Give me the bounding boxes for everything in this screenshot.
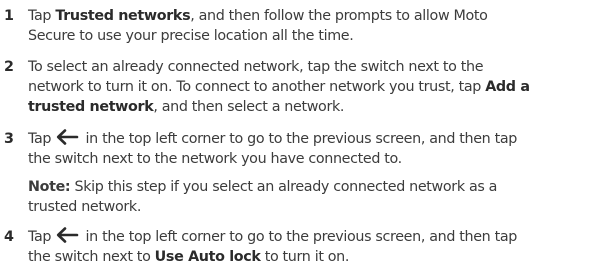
- ui-term: trusted network: [28, 99, 154, 115]
- instruction-document: 1 Tap Trusted networks, and then follow …: [0, 0, 592, 268]
- step-line: the switch next to the network you have …: [28, 149, 588, 169]
- note-line: trusted network.: [28, 197, 588, 217]
- step-number: 4: [4, 229, 14, 245]
- text-run: the switch next to: [28, 249, 155, 265]
- step-text: Tap Trusted networks, and then follow th…: [28, 6, 588, 46]
- step-line: Tap Trusted networks, and then follow th…: [28, 6, 588, 26]
- text-run: , and then select a network.: [153, 99, 345, 115]
- ui-term: Add a: [485, 79, 530, 95]
- step-number: 3: [4, 131, 14, 147]
- text-run: Skip this step if you select an already …: [70, 179, 498, 195]
- text-run: trusted network.: [28, 199, 142, 215]
- step-line: To select an already connected network, …: [28, 57, 588, 77]
- back-arrow-icon: [57, 227, 79, 243]
- step-number: 2: [4, 59, 14, 75]
- note-label: Note:: [28, 179, 71, 195]
- text-run: to turn it on.: [260, 249, 350, 265]
- step-number: 1: [4, 8, 14, 24]
- step-line: network to turn it on. To connect to ano…: [28, 77, 588, 97]
- text-run: the switch next to the network you have …: [28, 151, 402, 167]
- step-line: Tap in the top left corner to go to the …: [28, 129, 588, 149]
- text-run: in the top left corner to go to the prev…: [81, 131, 518, 147]
- text-run: Tap: [28, 8, 56, 24]
- note-line: Note: Skip this step if you select an al…: [28, 177, 588, 197]
- step-text: Tap in the top left corner to go to the …: [28, 129, 588, 169]
- step-text: To select an already connected network, …: [28, 57, 588, 117]
- note: Note: Skip this step if you select an al…: [28, 177, 588, 217]
- text-run: Tap: [28, 131, 56, 147]
- step-text: Tap in the top left corner to go to the …: [28, 227, 588, 267]
- ui-term: Use Auto lock: [154, 249, 261, 265]
- text-run: Tap: [28, 229, 56, 245]
- ui-term: Trusted networks: [55, 8, 191, 24]
- step-line: Tap in the top left corner to go to the …: [28, 227, 588, 247]
- step-line: trusted network, and then select a netwo…: [28, 97, 588, 117]
- step-line: the switch next to Use Auto lock to turn…: [28, 247, 588, 267]
- step-line: Secure to use your precise location all …: [28, 26, 588, 46]
- text-run: in the top left corner to go to the prev…: [81, 229, 518, 245]
- back-arrow-icon: [57, 129, 79, 145]
- text-run: , and then follow the prompts to allow M…: [190, 8, 488, 24]
- text-run: To select an already connected network, …: [28, 59, 484, 75]
- text-run: network to turn it on. To connect to ano…: [28, 79, 486, 95]
- text-run: Secure to use your precise location all …: [28, 28, 354, 44]
